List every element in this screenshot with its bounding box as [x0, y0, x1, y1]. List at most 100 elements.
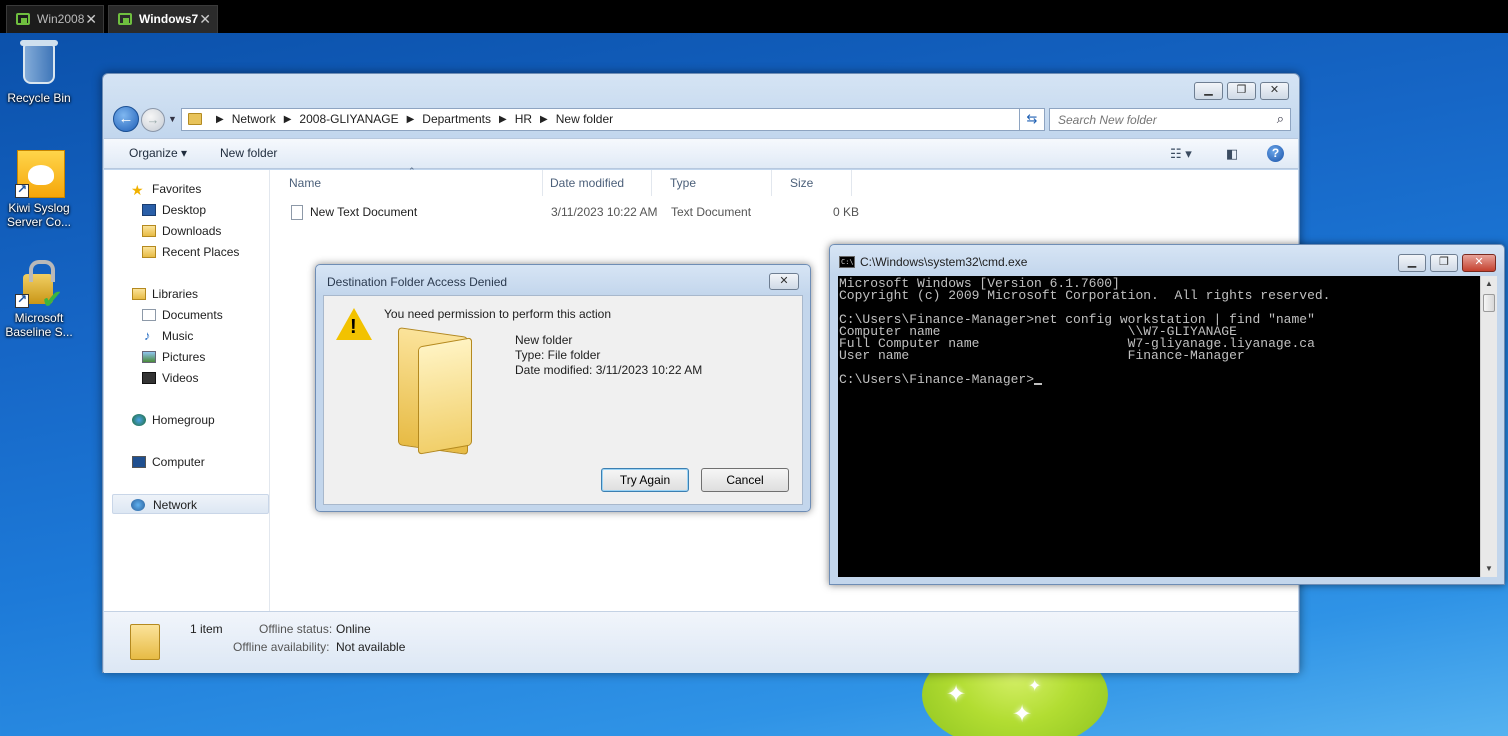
breadcrumb: ▶ Network ▶ 2008-GLIYANAGE ▶ Departments… [208, 109, 613, 130]
item-date-modified: Date modified: 3/11/2023 10:22 AM [515, 363, 703, 377]
large-folder-icon [398, 327, 508, 456]
cmd-icon: C:\ [839, 256, 855, 268]
nav-item-recent-places[interactable]: Recent Places [140, 242, 239, 262]
desktop-icon-recycle-bin[interactable]: Recycle Bin [1, 40, 77, 105]
kiwi-syslog-icon [15, 150, 65, 198]
item-count: 1 item [190, 622, 223, 636]
breadcrumb-item[interactable]: Departments [422, 109, 491, 130]
libraries-icon [132, 288, 146, 300]
breadcrumb-item[interactable]: 2008-GLIYANAGE [299, 109, 398, 130]
organize-button[interactable]: Organize ▾ [129, 146, 187, 160]
nav-item-pictures[interactable]: Pictures [140, 347, 205, 367]
vm-icon [118, 13, 132, 25]
nav-label: Recent Places [162, 245, 240, 259]
scroll-up-icon[interactable]: ▲ [1481, 276, 1497, 292]
nav-item-documents[interactable]: Documents [140, 305, 223, 325]
forward-button[interactable]: → [141, 108, 165, 132]
help-icon[interactable]: ? [1267, 145, 1284, 162]
vm-tab-win2008[interactable]: Win2008 ✕ [6, 5, 104, 33]
nav-item-libraries[interactable]: Libraries [130, 284, 198, 304]
recent-places-icon [142, 246, 156, 258]
refresh-button[interactable]: ⇆ [1019, 108, 1045, 131]
desktop-icon-label: Kiwi Syslog Server Co... [6, 201, 72, 229]
chevron-right-icon[interactable]: ▶ [540, 109, 548, 130]
offline-status-label: Offline status: [259, 622, 333, 636]
breadcrumb-item[interactable]: New folder [556, 109, 613, 130]
chevron-right-icon[interactable]: ▶ [499, 109, 507, 130]
recent-pages-dropdown[interactable]: ▼ [168, 114, 177, 124]
dialog-close-button[interactable]: ✕ [769, 273, 799, 290]
nav-label: Videos [162, 371, 199, 385]
file-row[interactable]: New Text Document 3/11/2023 10:22 AM Tex… [271, 202, 871, 222]
cmd-window: C:\ C:\Windows\system32\cmd.exe ▁ ❐ ✕ Mi… [829, 244, 1505, 585]
sparkle-icon: ✦ [1012, 701, 1033, 728]
warning-icon [336, 308, 372, 340]
vm-tab-strip: Win2008 ✕ Windows7 ✕ [0, 0, 1508, 33]
navigation-row: ← → ▼ ▶ Network ▶ 2008-GLIYANAGE ▶ Depar… [111, 106, 1291, 134]
column-header-name[interactable]: Name [271, 170, 543, 196]
chevron-right-icon[interactable]: ▶ [407, 109, 415, 130]
column-header-type[interactable]: Type [652, 170, 772, 196]
homegroup-icon [132, 414, 146, 426]
desktop-icon-kiwi-syslog[interactable]: Kiwi Syslog Server Co... [1, 150, 77, 229]
downloads-folder-icon [142, 225, 156, 237]
nav-item-homegroup[interactable]: Homegroup [130, 410, 215, 430]
pictures-icon [142, 351, 156, 363]
recycle-bin-icon [15, 40, 63, 88]
nav-item-computer[interactable]: Computer [130, 452, 205, 472]
new-folder-button[interactable]: New folder [220, 146, 277, 160]
nav-item-desktop[interactable]: Desktop [140, 200, 206, 220]
navigation-pane: ★ Favorites Desktop Downloads Recent Plac… [104, 170, 270, 611]
console-output[interactable]: Microsoft Windows [Version 6.1.7600] Cop… [838, 276, 1497, 577]
chevron-right-icon[interactable]: ▶ [216, 109, 224, 130]
search-input[interactable] [1050, 109, 1260, 130]
offline-availability-label: Offline availability: [233, 640, 330, 654]
try-again-button[interactable]: Try Again [601, 468, 689, 492]
nav-label: Downloads [162, 224, 222, 238]
nav-item-videos[interactable]: Videos [140, 368, 198, 388]
change-view-icon[interactable]: ☷ ▾ [1170, 146, 1192, 162]
nav-item-downloads[interactable]: Downloads [140, 221, 221, 241]
nav-item-favorites[interactable]: ★ Favorites [130, 179, 201, 199]
music-icon: ♪ [144, 328, 151, 343]
maximize-button[interactable]: ❐ [1227, 82, 1256, 100]
nav-label: Music [162, 329, 194, 343]
back-button[interactable]: ← [113, 106, 139, 132]
column-header-date[interactable]: Date modified [532, 170, 652, 196]
scroll-down-icon[interactable]: ▼ [1481, 561, 1497, 577]
videos-icon [142, 372, 156, 384]
chevron-right-icon[interactable]: ▶ [284, 109, 292, 130]
search-icon[interactable]: ⌕ [1277, 111, 1284, 127]
nav-label: Desktop [162, 203, 207, 217]
maximize-button[interactable]: ❐ [1430, 254, 1458, 272]
file-size: 0 KB [833, 205, 860, 219]
breadcrumb-item[interactable]: Network [232, 109, 276, 130]
item-type: Type: File folder [515, 348, 601, 362]
close-icon[interactable]: ✕ [85, 6, 97, 32]
nav-label: Computer [152, 455, 205, 469]
vm-tab-windows7[interactable]: Windows7 ✕ [108, 5, 218, 33]
desktop-icon-baseline-security[interactable]: ✔ Microsoft Baseline S... [1, 260, 77, 339]
breadcrumb-item[interactable]: HR [515, 109, 532, 130]
close-button[interactable]: ✕ [1260, 82, 1289, 100]
scroll-thumb[interactable] [1483, 294, 1495, 312]
cancel-button[interactable]: Cancel [701, 468, 789, 492]
command-bar: Organize ▾ New folder ☷ ▾ ◧ ? [104, 138, 1298, 169]
access-denied-dialog: Destination Folder Access Denied ✕ You n… [315, 264, 811, 512]
vertical-scrollbar[interactable]: ▲ ▼ [1480, 276, 1497, 577]
address-bar[interactable]: ▶ Network ▶ 2008-GLIYANAGE ▶ Departments… [181, 108, 1043, 131]
window-caption-buttons: ▁ ❐ ✕ [1190, 82, 1289, 100]
close-button[interactable]: ✕ [1462, 254, 1496, 272]
details-pane: 1 item Offline status: Online Offline av… [104, 611, 1298, 673]
dialog-body: You need permission to perform this acti… [323, 295, 803, 505]
nav-item-music[interactable]: ♪ Music [140, 326, 193, 346]
column-header-size[interactable]: Size [772, 170, 852, 196]
preview-pane-icon[interactable]: ◧ [1226, 146, 1238, 162]
minimize-button[interactable]: ▁ [1194, 82, 1223, 100]
nav-label: Documents [162, 308, 223, 322]
star-icon: ★ [131, 182, 144, 198]
nav-item-network[interactable]: Network [112, 494, 269, 514]
minimize-button[interactable]: ▁ [1398, 254, 1426, 272]
close-icon[interactable]: ✕ [199, 6, 211, 32]
search-box[interactable]: ⌕ [1049, 108, 1291, 131]
